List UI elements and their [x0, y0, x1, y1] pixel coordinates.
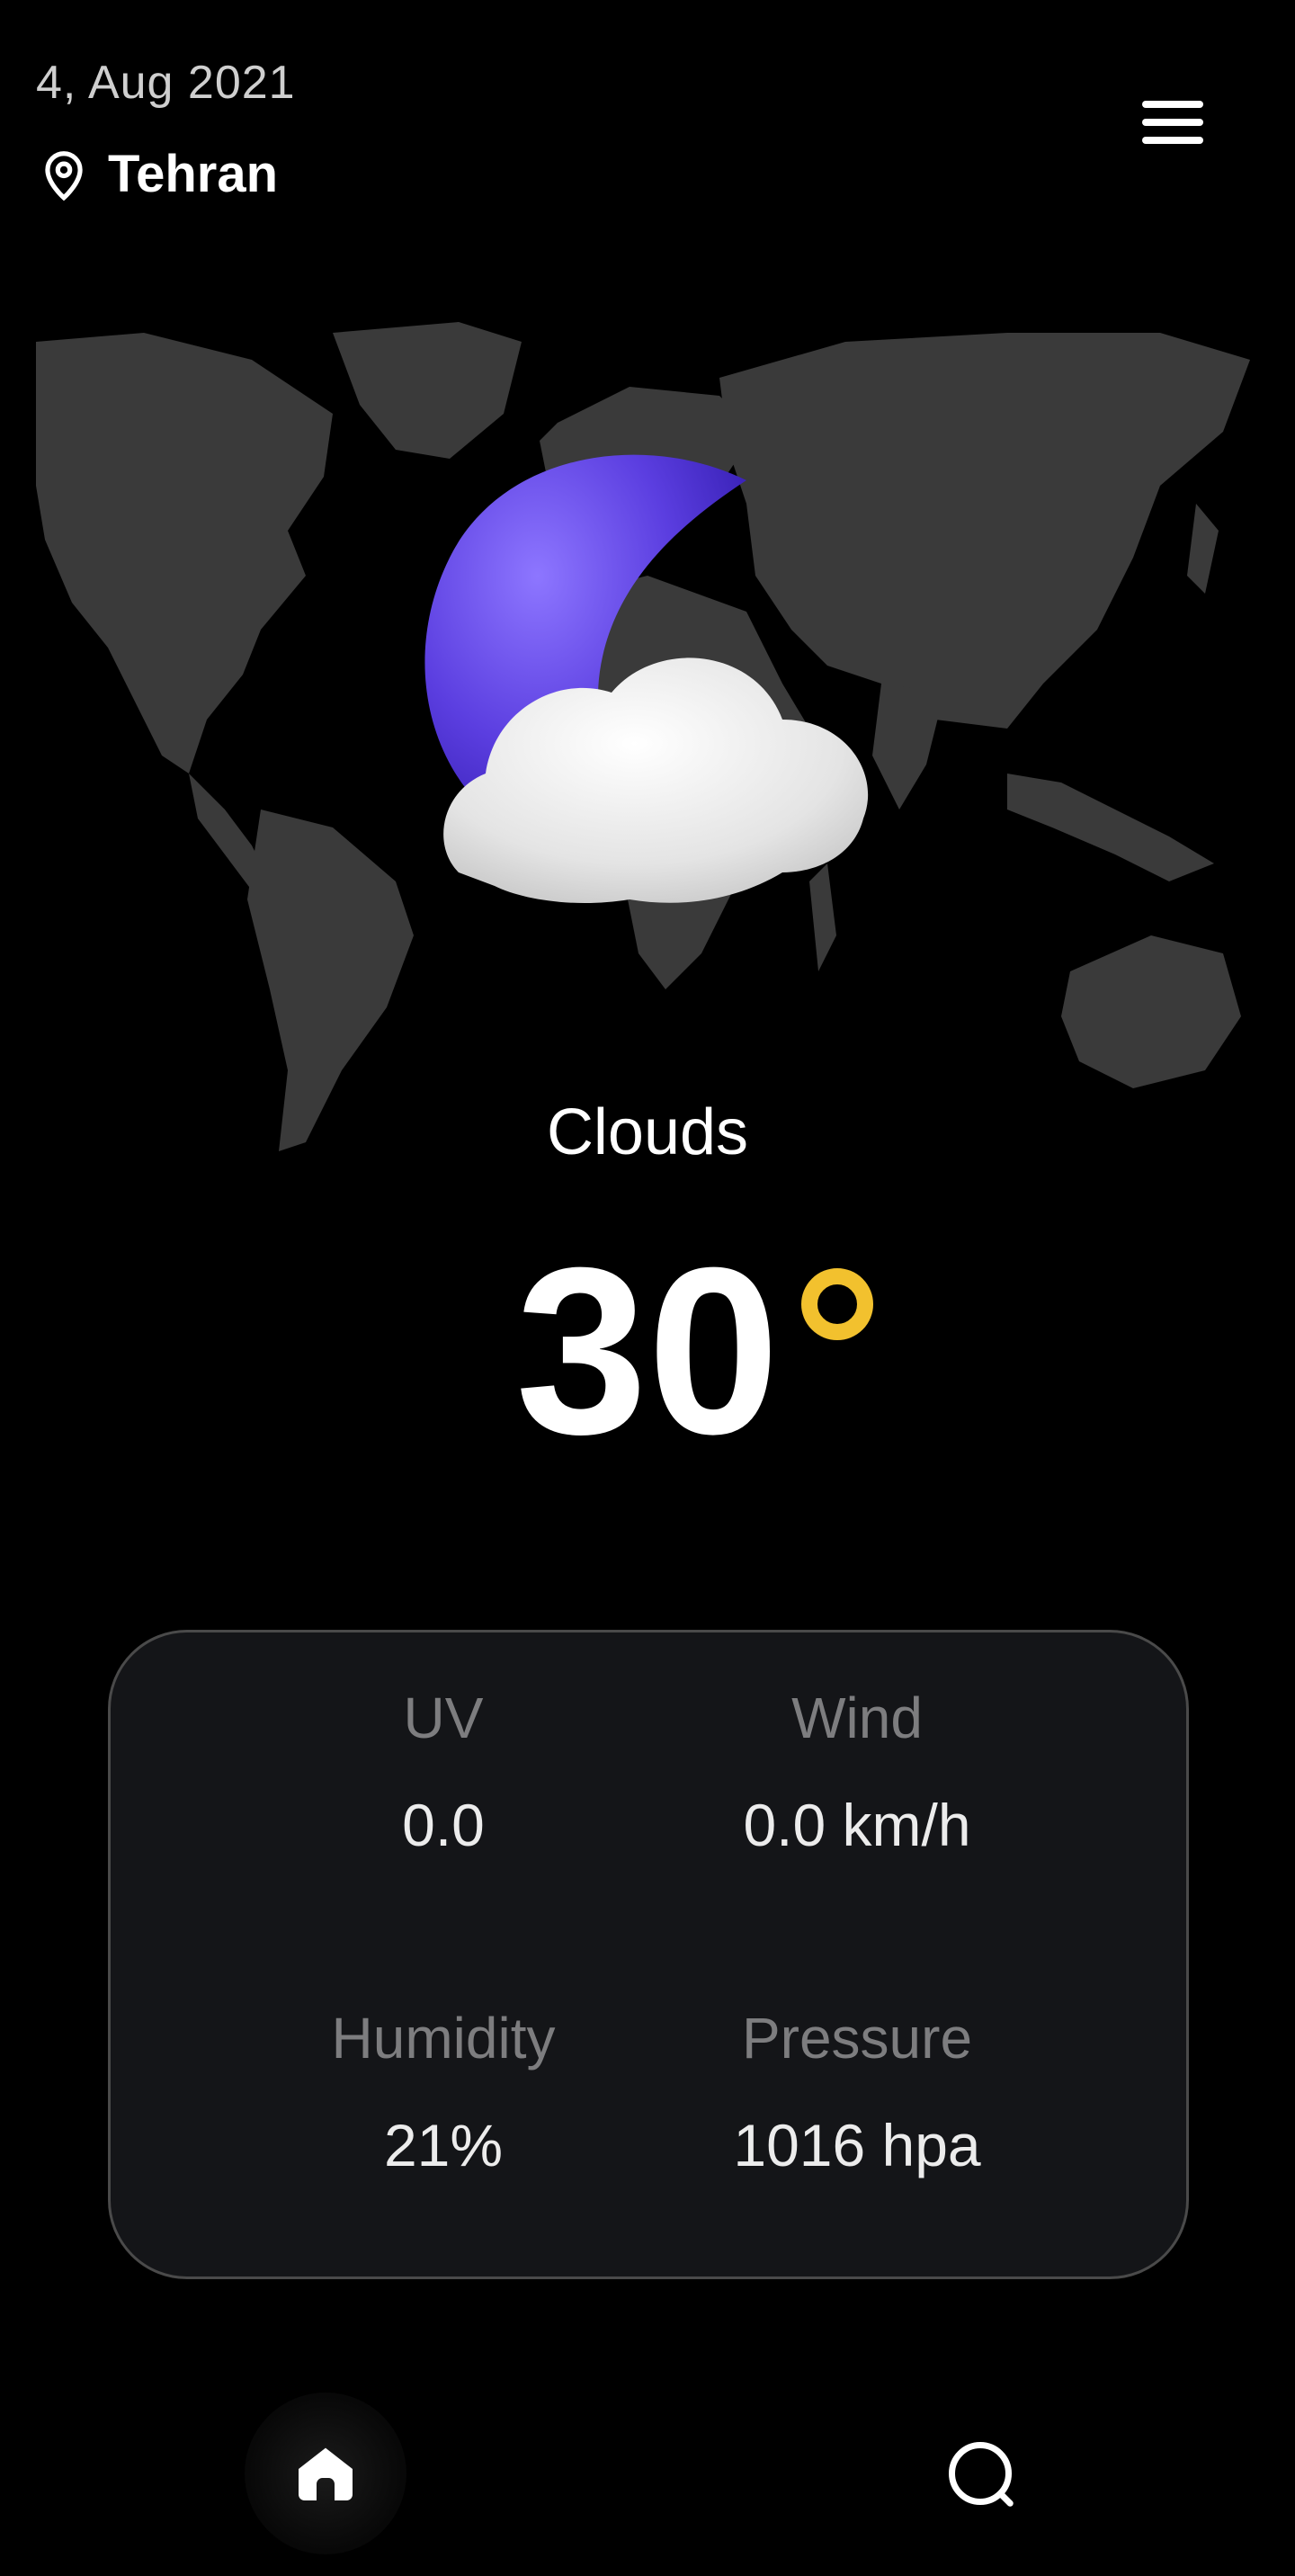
stat-pressure-value: 1016 hpa [733, 2112, 981, 2178]
temperature-value: 30 [515, 1218, 780, 1483]
weather-condition: Clouds [546, 1096, 749, 1168]
weather-stats-card: UV 0.0 Wind 0.0 km/h Humidity 21% Pressu… [108, 1630, 1189, 2279]
stat-humidity-value: 21% [383, 2112, 504, 2178]
nav-search-button[interactable] [899, 2393, 1061, 2554]
home-icon [299, 2447, 353, 2500]
stat-wind-label: Wind [791, 1686, 923, 1750]
temperature: 30 [0, 1232, 1295, 1470]
location[interactable]: Tehran [36, 144, 278, 204]
stat-pressure: Pressure 1016 hpa [650, 2005, 1064, 2179]
date-text: 4, Aug 2021 [36, 57, 296, 109]
city-name: Tehran [108, 145, 279, 203]
stat-uv-value: 0.0 [402, 1792, 485, 1858]
stat-pressure-label: Pressure [741, 2006, 973, 2071]
stat-humidity-label: Humidity [331, 2006, 556, 2071]
hamburger-menu-icon[interactable] [1135, 95, 1210, 149]
degree-symbol [800, 1268, 873, 1340]
map-pin-icon [45, 150, 83, 201]
stat-wind-value: 0.0 km/h [743, 1792, 971, 1858]
stat-wind: Wind 0.0 km/h [650, 1685, 1064, 1859]
stat-humidity: Humidity 21% [237, 2005, 650, 2179]
stat-uv: UV 0.0 [237, 1685, 650, 1859]
nav-home-button[interactable] [245, 2393, 406, 2554]
search-icon [949, 2442, 1014, 2507]
stat-uv-label: UV [403, 1686, 484, 1750]
moon-cloud-icon [424, 454, 869, 904]
